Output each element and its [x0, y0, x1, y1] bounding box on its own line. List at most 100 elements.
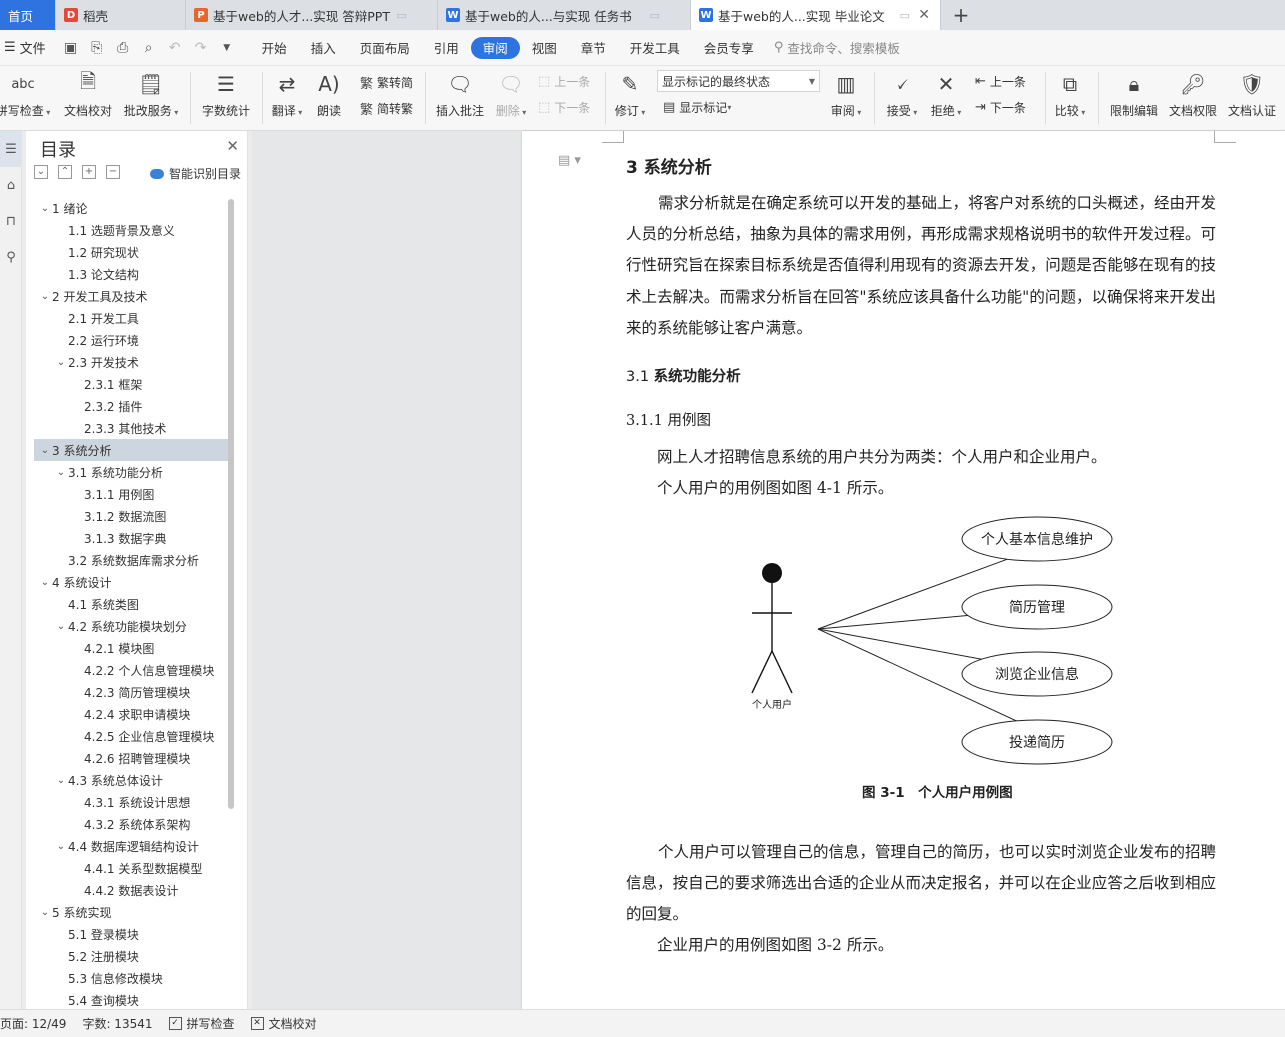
to-simplified-button[interactable]: 繁简转繁	[360, 99, 413, 118]
menu-tab[interactable]: 视图	[520, 37, 569, 59]
markup-state-select[interactable]: 显示标记的最终状态 ▼	[657, 70, 820, 92]
menu-tab[interactable]: 开发工具	[618, 37, 692, 59]
chevron-down-icon[interactable]: ⌄	[54, 357, 68, 368]
spell-check-toggle[interactable]: ✓ 拼写检查	[168, 1015, 235, 1032]
chevron-down-icon[interactable]: ⌄	[38, 203, 52, 214]
doc-permission-button[interactable]: 🔑︎ 文档权限	[1167, 68, 1219, 119]
toc-item[interactable]: ⌄ 5 系统实现	[34, 901, 230, 923]
toc-item[interactable]: 3.1.2 数据流图	[34, 505, 230, 527]
insert-comment-button[interactable]: 🗨 插入批注	[434, 68, 486, 119]
export-icon[interactable]: ⎘	[84, 40, 110, 56]
print-preview-icon[interactable]: ⌕	[136, 40, 162, 56]
toc-item[interactable]: 4.2.2 个人信息管理模块	[34, 659, 230, 681]
toc-item[interactable]: 4.2.4 求职申请模块	[34, 703, 230, 725]
chevron-down-icon[interactable]: ⌄	[54, 775, 68, 786]
toc-item[interactable]: 1.2 研究现状	[34, 241, 230, 263]
toc-item[interactable]: 4.4.2 数据表设计	[34, 879, 230, 901]
toc-icon[interactable]: ☰	[0, 131, 22, 167]
tab-ppt[interactable]: P 基于web的人才...实现 答辩PPT ▭	[186, 0, 438, 30]
chevron-down-icon[interactable]: ⌄	[54, 621, 68, 632]
revise-service-button[interactable]: 🗒 批改服务 ▾	[122, 68, 180, 119]
track-changes-button[interactable]: ✎ 修订 ▾	[612, 68, 648, 119]
paragraph-menu-icon[interactable]: ▤ ▾	[558, 153, 581, 168]
save-icon[interactable]: ▣	[58, 40, 84, 56]
new-tab-button[interactable]: +	[941, 0, 981, 30]
redo-icon[interactable]: ↷	[188, 40, 214, 56]
undo-icon[interactable]: ↶	[162, 40, 188, 56]
tab-home[interactable]: 首页	[0, 0, 56, 30]
chevron-down-icon[interactable]: ▼	[214, 43, 240, 53]
to-traditional-button[interactable]: 繁繁转简	[360, 73, 413, 92]
bookmark-icon[interactable]: ⊓	[0, 203, 22, 239]
chevron-down-icon[interactable]: ⌄	[38, 445, 52, 456]
compare-button[interactable]: ⧉ 比较 ▾	[1052, 68, 1088, 119]
prev-change-button[interactable]: ⇤ 上一条	[975, 73, 1026, 90]
menu-tab[interactable]: 会员专享	[692, 37, 766, 59]
print-icon[interactable]: ⎙	[110, 40, 136, 56]
spell-check-button[interactable]: abc 拼写检查 ▾	[0, 68, 50, 119]
toc-item[interactable]: 1.3 论文结构	[34, 263, 230, 285]
toc-item[interactable]: ⌄ 4.4 数据库逻辑结构设计	[34, 835, 230, 857]
doc-certify-button[interactable]: 🛡︎ 文档认证	[1226, 68, 1278, 119]
translate-button[interactable]: ⇄ 翻译 ▾	[268, 68, 306, 119]
toc-item[interactable]: 2.1 开发工具	[34, 307, 230, 329]
next-change-button[interactable]: ⇥ 下一条	[975, 99, 1026, 116]
accept-button[interactable]: 🗸 接受 ▾	[884, 68, 920, 119]
show-markup-button[interactable]: ▤ 显示标记 ▾	[663, 99, 731, 116]
close-icon[interactable]: ✕	[226, 137, 239, 155]
toc-item[interactable]: 2.3.3 其他技术	[34, 417, 230, 439]
toc-item[interactable]: ⌄ 3 系统分析	[34, 439, 230, 461]
expand-all-icon[interactable]: ⌃	[58, 165, 72, 179]
toc-item[interactable]: ⌄ 4.2 系统功能模块划分	[34, 615, 230, 637]
toc-item[interactable]: 1.1 选题背景及意义	[34, 219, 230, 241]
toc-item[interactable]: ⌄ 2.3 开发技术	[34, 351, 230, 373]
word-count[interactable]: 字数: 13541	[82, 1015, 152, 1032]
proofread-button[interactable]: 🗎 文档校对	[62, 68, 114, 119]
chevron-down-icon[interactable]: ⌄	[54, 467, 68, 478]
toc-item[interactable]: 4.2.5 企业信息管理模块	[34, 725, 230, 747]
toc-item[interactable]: 3.1.1 用例图	[34, 483, 230, 505]
toc-item[interactable]: 4.2.3 简历管理模块	[34, 681, 230, 703]
reject-button[interactable]: ✕ 拒绝 ▾	[928, 68, 964, 119]
document-page[interactable]: ▤ ▾ 3 系统分析 需求分析就是在确定系统可以开发的基础上，将客户对系统的口头…	[522, 131, 1285, 1009]
menu-tab[interactable]: 开始	[250, 37, 299, 59]
toc-scrollbar[interactable]	[228, 199, 234, 809]
chevron-down-icon[interactable]: ⌄	[38, 907, 52, 918]
toc-item[interactable]: 2.3.2 插件	[34, 395, 230, 417]
chevron-down-icon[interactable]: ⌄	[38, 291, 52, 302]
toc-item[interactable]: 4.3.1 系统设计思想	[34, 791, 230, 813]
toc-item[interactable]: 5.1 登录模块	[34, 923, 230, 945]
review-pane-button[interactable]: ▥ 审阅 ▾	[828, 68, 864, 119]
menu-tab[interactable]: 插入	[299, 37, 348, 59]
menu-tab[interactable]: 引用	[422, 37, 471, 59]
delete-comment-button[interactable]: 🗨 删除 ▾	[492, 68, 530, 119]
toc-item[interactable]: ⌄ 3.1 系统功能分析	[34, 461, 230, 483]
page-count[interactable]: 页面: 12/49	[0, 1015, 66, 1032]
tab-task[interactable]: W 基于web的人...与实现 任务书 ▭	[438, 0, 691, 30]
file-menu[interactable]: ☰ 文件	[0, 38, 50, 57]
next-comment-button[interactable]: ⬚ 下一条	[538, 99, 590, 116]
tab-thesis[interactable]: W 基于web的人...实现 毕业论文 ▭ ✕	[691, 0, 941, 30]
read-aloud-button[interactable]: A) 朗读	[312, 68, 346, 119]
menu-tab[interactable]: 章节	[569, 37, 618, 59]
toc-item[interactable]: 3.2 系统数据库需求分析	[34, 549, 230, 571]
menu-tab[interactable]: 审阅	[470, 36, 520, 59]
toc-item[interactable]: 3.1.3 数据字典	[34, 527, 230, 549]
toc-item[interactable]: 4.2.1 模块图	[34, 637, 230, 659]
chevron-down-icon[interactable]: ⌄	[54, 841, 68, 852]
toc-item[interactable]: ⌄ 2 开发工具及技术	[34, 285, 230, 307]
chapter-icon[interactable]: ⌂	[0, 167, 22, 203]
toc-item[interactable]: ⌄ 4.3 系统总体设计	[34, 769, 230, 791]
toc-item[interactable]: 5.3 信息修改模块	[34, 967, 230, 989]
prev-comment-button[interactable]: ⬚ 上一条	[538, 73, 590, 90]
toc-item[interactable]: 4.2.6 招聘管理模块	[34, 747, 230, 769]
use-case-diagram[interactable]: 个人用户 个人基本信息维护简历管理浏览企业信息投递简历	[732, 511, 1132, 771]
command-search[interactable]: ⚲ 查找命令、搜索模板	[774, 38, 900, 57]
smart-toc-button[interactable]: 智能识别目录	[149, 165, 241, 182]
toc-item[interactable]: ⌄ 1 绪论	[34, 197, 230, 219]
toc-item[interactable]: ⌄ 4 系统设计	[34, 571, 230, 593]
restrict-edit-button[interactable]: 🔒︎ 限制编辑	[1108, 68, 1160, 119]
word-count-button[interactable]: ☰ 字数统计	[200, 68, 252, 119]
toc-item[interactable]: 4.3.2 系统体系架构	[34, 813, 230, 835]
proofread-toggle[interactable]: ✕ 文档校对	[250, 1015, 317, 1032]
